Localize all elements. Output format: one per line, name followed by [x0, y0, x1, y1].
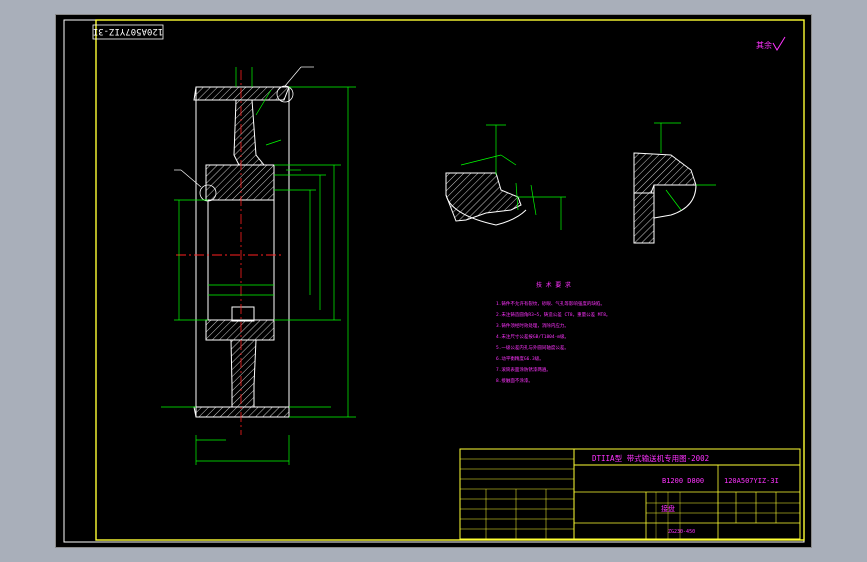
roughness-check-icon	[772, 36, 786, 51]
outer-frame	[63, 19, 805, 543]
code-stamp-text: 120A507YIZ-3I	[93, 26, 163, 36]
drawing-sheet: 120A507YIZ-3I 其余 技 术 要 求 1.铸件不允许有裂纹，砂眼、气…	[55, 14, 812, 548]
tech-requirements: 技 术 要 求 1.铸件不允许有裂纹，砂眼、气孔等影响强度的缺陷。 2.未注铸造…	[496, 281, 610, 384]
main-section-view	[174, 66, 314, 435]
tech-requirement-6: 6.动平衡精度G6.3级。	[496, 355, 544, 362]
roughness-label: 其余	[756, 40, 772, 50]
tech-requirement-1: 1.铸件不允许有裂纹，砂眼、气孔等影响强度的缺陷。	[496, 300, 605, 307]
code-stamp: 120A507YIZ-3I	[92, 24, 164, 40]
tech-requirement-2: 2.未注铸造圆角R3~5，铸造公差 CT8，重量公差 MT8。	[496, 311, 610, 318]
title-block-title: DTIIA型 带式输送机专用图-2002	[592, 453, 709, 463]
title-block-part-name: 接盘	[661, 504, 675, 513]
tech-requirement-5: 5.一级公差内孔与外圆同轴度公差。	[496, 344, 569, 351]
tech-requirement-4: 4.未注尺寸公差按GB/T1804-m级。	[496, 333, 569, 340]
detail-view-i	[445, 124, 566, 230]
tech-requirements-title: 技 术 要 求	[536, 281, 571, 289]
tech-requirement-7: 7.滚筒表面涂防锈漆两遍。	[496, 366, 551, 373]
title-block-spec: B1200 D800	[662, 477, 704, 485]
title-block-material: ZG230-450	[668, 529, 695, 535]
detail-view-ii	[633, 122, 716, 244]
title-block-drawing-no: 120A507YIZ-3I	[724, 477, 779, 485]
cad-viewport: 120A507YIZ-3I 其余 技 术 要 求 1.铸件不允许有裂纹，砂眼、气…	[0, 0, 867, 562]
tech-requirement-8: 8.接触面不涂漆。	[496, 377, 533, 384]
drawing-canvas: 120A507YIZ-3I 其余 技 术 要 求 1.铸件不允许有裂纹，砂眼、气…	[63, 19, 805, 543]
title-block: DTIIA型 带式输送机专用图-2002 B1200 D800 120A507Y…	[459, 448, 801, 540]
tech-requirement-3: 3.铸件须经时效处理，消除内应力。	[496, 322, 569, 329]
roughness-symbol: 其余	[756, 36, 786, 51]
